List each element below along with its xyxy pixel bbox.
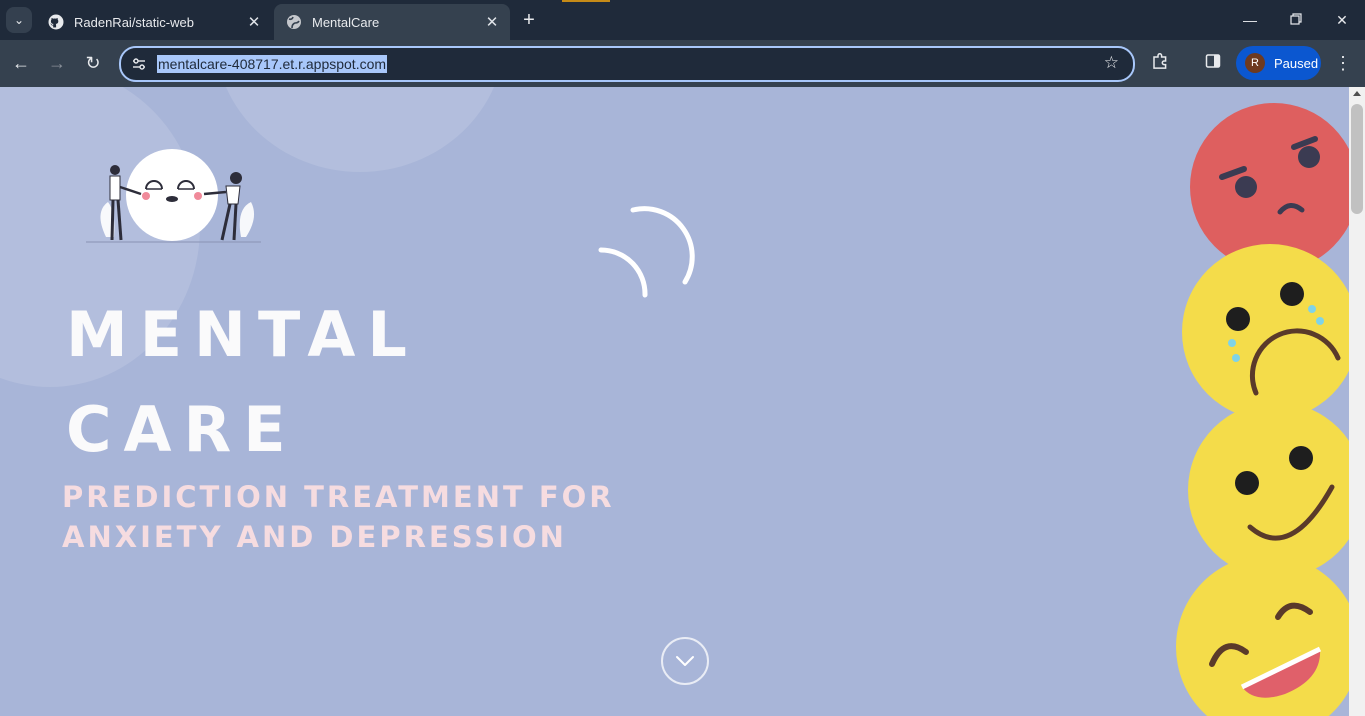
side-panel-button[interactable] [1198,48,1228,78]
reload-button[interactable]: ↻ [78,48,108,78]
side-panel-icon [1205,53,1221,74]
puzzle-icon [1151,52,1169,75]
tab-mentalcare[interactable]: MentalCare ✕ [274,4,510,40]
loading-spinner-icon [595,202,695,302]
browser-toolbar: ← → ↻ mentalcare-408717.et.r.appspot.com… [0,40,1365,87]
github-icon [48,14,64,30]
scroll-down-button[interactable] [661,637,709,685]
restore-icon [1290,12,1302,28]
profile-button[interactable]: R Paused [1236,46,1321,80]
minimize-button[interactable]: — [1227,0,1273,40]
extensions-button[interactable] [1145,48,1175,78]
arrow-left-icon: ← [12,52,30,73]
page-content: MENTAL CARE PREDICTION TREATMENT FOR ANX… [0,87,1349,716]
forward-button[interactable]: → [42,48,72,78]
tab-title: MentalCare [312,14,380,30]
star-icon[interactable]: ☆ [1104,53,1119,73]
menu-button[interactable]: ⋮ [1328,48,1358,78]
url-text[interactable]: mentalcare-408717.et.r.appspot.com [157,55,388,73]
hero-subtitle-line1: PREDICTION TREATMENT FOR [62,480,615,514]
hero-subtitle-line2: ANXIETY AND DEPRESSION [62,520,567,554]
profile-status: Paused [1274,55,1319,71]
reload-icon: ↻ [85,52,101,73]
restore-button[interactable] [1273,0,1319,40]
scroll-up-arrow-icon[interactable] [1353,91,1361,96]
smile-face-icon [1188,402,1349,578]
minimize-icon: — [1243,12,1257,28]
new-tab-button[interactable]: + [518,9,540,31]
globe-icon [286,14,302,30]
close-icon: ✕ [1336,11,1348,28]
close-icon[interactable]: ✕ [244,12,264,32]
sad-face-icon [1182,244,1349,420]
site-info-icon[interactable] [131,56,147,72]
laughing-face-icon [1176,555,1349,716]
tab-github[interactable]: RadenRai/static-web ✕ [36,4,272,40]
close-icon[interactable]: ✕ [482,12,502,32]
mental-health-illustration [86,142,266,247]
emoji-stack [1170,87,1349,716]
hero-title-line1: MENTAL [66,298,419,371]
vertical-scrollbar[interactable] [1349,87,1365,716]
plus-icon: + [523,8,535,31]
browser-tab-bar: ⌄ RadenRai/static-web ✕ MentalCare ✕ + —… [0,0,1365,40]
tab-search-button[interactable]: ⌄ [6,7,32,33]
avatar: R [1245,53,1265,73]
close-window-button[interactable]: ✕ [1319,0,1365,40]
arrow-right-icon: → [48,52,66,73]
hero-title-line2: CARE [66,393,298,466]
chevron-down-icon [674,651,696,676]
more-vert-icon: ⋮ [1334,52,1352,73]
tab-title: RadenRai/static-web [74,14,194,30]
chevron-down-icon: ⌄ [13,13,25,27]
scrollbar-thumb[interactable] [1351,104,1363,214]
address-bar[interactable]: mentalcare-408717.et.r.appspot.com ☆ [119,46,1135,82]
tab-strip-indicator [562,0,610,2]
back-button[interactable]: ← [6,48,36,78]
